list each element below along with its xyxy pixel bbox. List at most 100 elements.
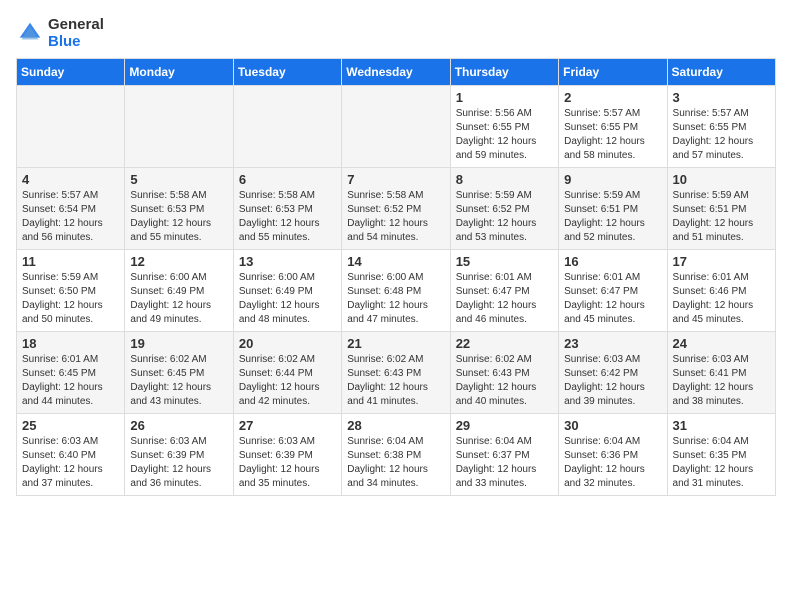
day-info: Sunrise: 5:57 AM Sunset: 6:54 PM Dayligh… xyxy=(22,189,119,245)
day-info: Sunrise: 5:59 AM Sunset: 6:51 PM Dayligh… xyxy=(564,189,661,245)
column-header-saturday: Saturday xyxy=(667,59,775,86)
day-info: Sunrise: 6:00 AM Sunset: 6:49 PM Dayligh… xyxy=(130,271,227,327)
day-number: 22 xyxy=(456,336,553,351)
calendar-cell: 13 Sunrise: 6:00 AM Sunset: 6:49 PM Dayli… xyxy=(233,250,341,332)
day-info: Sunrise: 5:59 AM Sunset: 6:52 PM Dayligh… xyxy=(456,189,553,245)
day-number: 20 xyxy=(239,336,336,351)
calendar-table: SundayMondayTuesdayWednesdayThursdayFrid… xyxy=(16,58,776,496)
day-number: 17 xyxy=(673,254,770,269)
calendar-cell: 18 Sunrise: 6:01 AM Sunset: 6:45 PM Dayli… xyxy=(17,332,125,414)
calendar-cell: 2 Sunrise: 5:57 AM Sunset: 6:55 PM Daylig… xyxy=(559,86,667,168)
day-info: Sunrise: 5:58 AM Sunset: 6:53 PM Dayligh… xyxy=(130,189,227,245)
calendar-cell: 1 Sunrise: 5:56 AM Sunset: 6:55 PM Daylig… xyxy=(450,86,558,168)
calendar-cell: 23Sunrise: 6:03 AM Sunset: 6:42 PM Dayli… xyxy=(559,332,667,414)
day-info: Sunrise: 6:00 AM Sunset: 6:49 PM Dayligh… xyxy=(239,271,336,327)
day-info: Sunrise: 6:03 AM Sunset: 6:39 PM Dayligh… xyxy=(130,435,227,491)
column-header-wednesday: Wednesday xyxy=(342,59,450,86)
day-info: Sunrise: 5:56 AM Sunset: 6:55 PM Dayligh… xyxy=(456,107,553,163)
calendar-cell: 6Sunrise: 5:58 AM Sunset: 6:53 PM Daylig… xyxy=(233,168,341,250)
calendar-cell xyxy=(233,86,341,168)
day-info: Sunrise: 6:03 AM Sunset: 6:39 PM Dayligh… xyxy=(239,435,336,491)
day-number: 7 xyxy=(347,172,444,187)
calendar-cell: 7 Sunrise: 5:58 AM Sunset: 6:52 PM Daylig… xyxy=(342,168,450,250)
day-number: 26 xyxy=(130,418,227,433)
day-info: Sunrise: 6:01 AM Sunset: 6:47 PM Dayligh… xyxy=(456,271,553,327)
day-info: Sunrise: 5:58 AM Sunset: 6:52 PM Dayligh… xyxy=(347,189,444,245)
calendar-cell: 26 Sunrise: 6:03 AM Sunset: 6:39 PM Dayli… xyxy=(125,414,233,496)
day-info: Sunrise: 5:59 AM Sunset: 6:51 PM Dayligh… xyxy=(673,189,770,245)
column-header-sunday: Sunday xyxy=(17,59,125,86)
calendar-cell: 27 Sunrise: 6:03 AM Sunset: 6:39 PM Dayli… xyxy=(233,414,341,496)
calendar-cell: 8 Sunrise: 5:59 AM Sunset: 6:52 PM Daylig… xyxy=(450,168,558,250)
day-number: 3 xyxy=(673,90,770,105)
day-info: Sunrise: 6:04 AM Sunset: 6:36 PM Dayligh… xyxy=(564,435,661,491)
day-number: 13 xyxy=(239,254,336,269)
calendar-cell: 10 Sunrise: 5:59 AM Sunset: 6:51 PM Dayli… xyxy=(667,168,775,250)
day-number: 12 xyxy=(130,254,227,269)
calendar-week-row: 4 Sunrise: 5:57 AM Sunset: 6:54 PM Daylig… xyxy=(17,168,776,250)
calendar-cell xyxy=(125,86,233,168)
day-info: Sunrise: 6:03 AM Sunset: 6:40 PM Dayligh… xyxy=(22,435,119,491)
day-number: 5 xyxy=(130,172,227,187)
column-header-monday: Monday xyxy=(125,59,233,86)
day-info: Sunrise: 5:57 AM Sunset: 6:55 PM Dayligh… xyxy=(564,107,661,163)
day-info: Sunrise: 5:59 AM Sunset: 6:50 PM Dayligh… xyxy=(22,271,119,327)
calendar-cell: 15 Sunrise: 6:01 AM Sunset: 6:47 PM Dayli… xyxy=(450,250,558,332)
day-info: Sunrise: 6:00 AM Sunset: 6:48 PM Dayligh… xyxy=(347,271,444,327)
day-number: 31 xyxy=(673,418,770,433)
page-header: General Blue xyxy=(16,16,776,50)
calendar-week-row: 25 Sunrise: 6:03 AM Sunset: 6:40 PM Dayli… xyxy=(17,414,776,496)
day-number: 25 xyxy=(22,418,119,433)
calendar-cell: 22 Sunrise: 6:02 AM Sunset: 6:43 PM Dayli… xyxy=(450,332,558,414)
calendar-header-row: SundayMondayTuesdayWednesdayThursdayFrid… xyxy=(17,59,776,86)
day-number: 2 xyxy=(564,90,661,105)
day-info: Sunrise: 6:03 AM Sunset: 6:42 PM Dayligh… xyxy=(564,353,661,409)
day-info: Sunrise: 6:02 AM Sunset: 6:45 PM Dayligh… xyxy=(130,353,227,409)
calendar-cell: 9 Sunrise: 5:59 AM Sunset: 6:51 PM Daylig… xyxy=(559,168,667,250)
day-info: Sunrise: 6:02 AM Sunset: 6:43 PM Dayligh… xyxy=(347,353,444,409)
day-info: Sunrise: 5:57 AM Sunset: 6:55 PM Dayligh… xyxy=(673,107,770,163)
day-number: 1 xyxy=(456,90,553,105)
day-number: 14 xyxy=(347,254,444,269)
calendar-cell: 30Sunrise: 6:04 AM Sunset: 6:36 PM Dayli… xyxy=(559,414,667,496)
calendar-cell: 29 Sunrise: 6:04 AM Sunset: 6:37 PM Dayli… xyxy=(450,414,558,496)
day-number: 15 xyxy=(456,254,553,269)
day-number: 6 xyxy=(239,172,336,187)
calendar-cell: 3 Sunrise: 5:57 AM Sunset: 6:55 PM Daylig… xyxy=(667,86,775,168)
calendar-cell: 31Sunrise: 6:04 AM Sunset: 6:35 PM Dayli… xyxy=(667,414,775,496)
calendar-cell: 11 Sunrise: 5:59 AM Sunset: 6:50 PM Dayli… xyxy=(17,250,125,332)
day-info: Sunrise: 6:02 AM Sunset: 6:44 PM Dayligh… xyxy=(239,353,336,409)
day-number: 4 xyxy=(22,172,119,187)
column-header-tuesday: Tuesday xyxy=(233,59,341,86)
calendar-week-row: 11 Sunrise: 5:59 AM Sunset: 6:50 PM Dayli… xyxy=(17,250,776,332)
calendar-cell: 17 Sunrise: 6:01 AM Sunset: 6:46 PM Dayli… xyxy=(667,250,775,332)
day-number: 16 xyxy=(564,254,661,269)
day-info: Sunrise: 6:04 AM Sunset: 6:37 PM Dayligh… xyxy=(456,435,553,491)
day-number: 29 xyxy=(456,418,553,433)
day-number: 19 xyxy=(130,336,227,351)
calendar-cell: 19 Sunrise: 6:02 AM Sunset: 6:45 PM Dayli… xyxy=(125,332,233,414)
calendar-week-row: 18 Sunrise: 6:01 AM Sunset: 6:45 PM Dayli… xyxy=(17,332,776,414)
logo: General Blue xyxy=(16,16,104,50)
calendar-cell xyxy=(342,86,450,168)
calendar-cell: 16 Sunrise: 6:01 AM Sunset: 6:47 PM Dayli… xyxy=(559,250,667,332)
day-info: Sunrise: 6:02 AM Sunset: 6:43 PM Dayligh… xyxy=(456,353,553,409)
day-info: Sunrise: 6:01 AM Sunset: 6:47 PM Dayligh… xyxy=(564,271,661,327)
calendar-cell: 25 Sunrise: 6:03 AM Sunset: 6:40 PM Dayli… xyxy=(17,414,125,496)
day-number: 10 xyxy=(673,172,770,187)
day-number: 18 xyxy=(22,336,119,351)
day-number: 28 xyxy=(347,418,444,433)
day-number: 8 xyxy=(456,172,553,187)
calendar-cell: 4 Sunrise: 5:57 AM Sunset: 6:54 PM Daylig… xyxy=(17,168,125,250)
day-info: Sunrise: 6:01 AM Sunset: 6:45 PM Dayligh… xyxy=(22,353,119,409)
day-number: 9 xyxy=(564,172,661,187)
calendar-week-row: 1 Sunrise: 5:56 AM Sunset: 6:55 PM Daylig… xyxy=(17,86,776,168)
day-number: 24 xyxy=(673,336,770,351)
day-number: 21 xyxy=(347,336,444,351)
column-header-thursday: Thursday xyxy=(450,59,558,86)
logo-text: General Blue xyxy=(48,16,104,50)
day-info: Sunrise: 6:01 AM Sunset: 6:46 PM Dayligh… xyxy=(673,271,770,327)
day-number: 27 xyxy=(239,418,336,433)
calendar-cell: 28Sunrise: 6:04 AM Sunset: 6:38 PM Dayli… xyxy=(342,414,450,496)
day-number: 11 xyxy=(22,254,119,269)
